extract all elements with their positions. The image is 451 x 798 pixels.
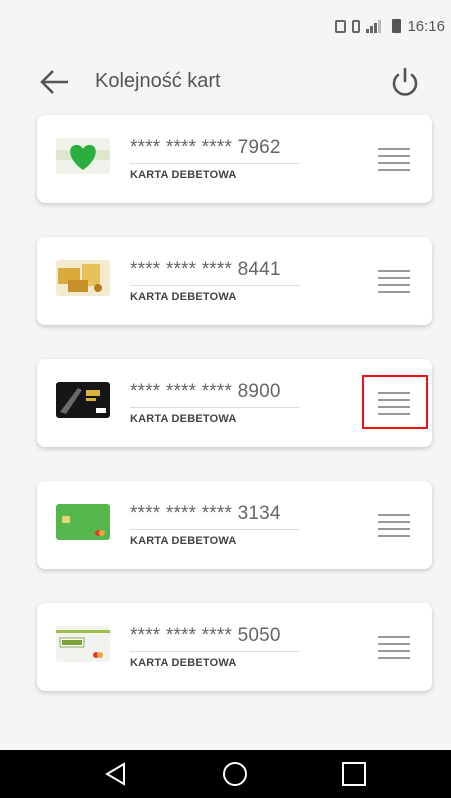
card-type: KARTA DEBETOWA: [130, 169, 237, 181]
card-type: KARTA DEBETOWA: [130, 291, 237, 303]
highlight-box: [362, 375, 428, 429]
nav-recents-icon: [342, 762, 366, 786]
drag-handle-icon[interactable]: [378, 148, 410, 172]
power-icon: [392, 67, 418, 96]
divider: [130, 529, 300, 530]
battery-icon: [392, 19, 402, 33]
drag-handle-icon[interactable]: [378, 514, 410, 538]
drag-handle-icon[interactable]: [378, 636, 410, 660]
card-thumbnail: [56, 260, 110, 296]
nav-back-button[interactable]: [102, 760, 130, 788]
divider: [130, 285, 300, 286]
vibrate-icon: [352, 19, 361, 33]
card-item[interactable]: **** **** **** 8900 KARTA DEBETOWA: [37, 359, 432, 447]
card-type: KARTA DEBETOWA: [130, 535, 237, 547]
drag-handle-icon[interactable]: [378, 270, 410, 294]
status-bar: 16:16: [0, 0, 451, 42]
nfc-icon: [335, 19, 347, 33]
nav-recents-button[interactable]: [340, 760, 368, 788]
card-number: **** **** **** 5050: [130, 625, 281, 646]
card-item[interactable]: **** **** **** 3134 KARTA DEBETOWA: [37, 481, 432, 569]
status-icons: 16:16: [335, 16, 445, 36]
back-button[interactable]: [34, 62, 74, 102]
system-nav-bar: [0, 750, 451, 798]
card-thumbnail: [56, 138, 110, 174]
app-bar: Kolejność kart: [0, 58, 451, 106]
card-item[interactable]: **** **** **** 5050 KARTA DEBETOWA: [37, 603, 432, 691]
card-number: **** **** **** 8441: [130, 259, 281, 280]
status-time: 16:16: [407, 17, 445, 35]
logout-button[interactable]: [385, 62, 425, 102]
nav-home-button[interactable]: [221, 760, 249, 788]
card-thumbnail: [56, 626, 110, 662]
divider: [130, 163, 300, 164]
card-thumbnail: [56, 382, 110, 418]
divider: [130, 651, 300, 652]
card-number: **** **** **** 3134: [130, 503, 281, 524]
card-number: **** **** **** 8900: [130, 381, 281, 402]
card-item[interactable]: **** **** **** 8441 KARTA DEBETOWA: [37, 237, 432, 325]
divider: [130, 407, 300, 408]
nav-home-icon: [223, 762, 247, 786]
card-number: **** **** **** 7962: [130, 137, 281, 158]
arrow-left-icon: [40, 70, 68, 94]
card-item[interactable]: **** **** **** 7962 KARTA DEBETOWA: [37, 115, 432, 203]
page-title: Kolejność kart: [95, 70, 221, 92]
card-thumbnail: [56, 504, 110, 540]
nav-back-icon: [105, 762, 125, 786]
card-type: KARTA DEBETOWA: [130, 413, 237, 425]
signal-icon: [366, 19, 386, 33]
card-type: KARTA DEBETOWA: [130, 657, 237, 669]
